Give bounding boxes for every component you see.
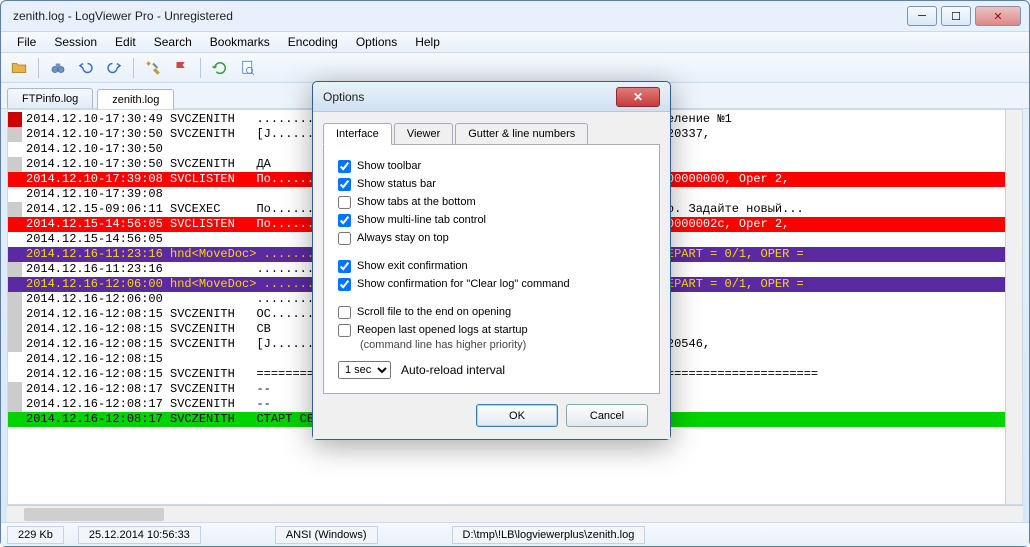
toolbar	[1, 53, 1029, 83]
refresh-icon[interactable]	[208, 56, 232, 80]
dialog-title: Options	[323, 90, 616, 104]
status-encoding: ANSI (Windows)	[275, 526, 378, 544]
check-tabs-bottom[interactable]: Show tabs at the bottom	[338, 193, 645, 211]
menu-bookmarks[interactable]: Bookmarks	[202, 33, 278, 51]
dialog-close-button[interactable]: ✕	[616, 87, 660, 107]
options-dialog: Options ✕ Interface Viewer Gutter & line…	[312, 81, 671, 440]
zoom-page-icon[interactable]	[236, 56, 260, 80]
dialog-panel: Show toolbar Show status bar Show tabs a…	[323, 144, 660, 394]
menu-file[interactable]: File	[9, 33, 44, 51]
check-reopen-last[interactable]: Reopen last opened logs at startup	[338, 321, 645, 339]
status-date: 25.12.2014 10:56:33	[78, 526, 201, 544]
check-exit-confirm[interactable]: Show exit confirmation	[338, 257, 645, 275]
binoculars-icon[interactable]	[46, 56, 70, 80]
check-stay-on-top[interactable]: Always stay on top	[338, 229, 645, 247]
redo-icon[interactable]	[102, 56, 126, 80]
dialog-titlebar[interactable]: Options ✕	[313, 82, 670, 112]
tab-zenith[interactable]: zenith.log	[97, 89, 174, 109]
check-show-toolbar[interactable]: Show toolbar	[338, 157, 645, 175]
dialog-tabs: Interface Viewer Gutter & line numbers	[323, 123, 660, 145]
reload-interval-select[interactable]: 1 sec	[338, 361, 391, 379]
reload-interval-label: Auto-reload interval	[401, 363, 505, 377]
menubar: File Session Edit Search Bookmarks Encod…	[1, 31, 1029, 53]
cancel-button[interactable]: Cancel	[566, 404, 648, 427]
menu-session[interactable]: Session	[46, 33, 105, 51]
dialog-tab-interface[interactable]: Interface	[323, 123, 392, 145]
titlebar: zenith.log - LogViewer Pro - Unregistere…	[1, 1, 1029, 31]
tools-icon[interactable]	[141, 56, 165, 80]
tab-ftpinfo[interactable]: FTPinfo.log	[7, 88, 93, 108]
menu-encoding[interactable]: Encoding	[280, 33, 346, 51]
check-scroll-end[interactable]: Scroll file to the end on opening	[338, 303, 645, 321]
vertical-scrollbar[interactable]	[1005, 110, 1022, 504]
check-show-statusbar[interactable]: Show status bar	[338, 175, 645, 193]
close-button[interactable]: ✕	[975, 6, 1021, 26]
dialog-tab-viewer[interactable]: Viewer	[394, 123, 453, 145]
status-size: 229 Kb	[7, 526, 64, 544]
menu-search[interactable]: Search	[146, 33, 200, 51]
check-multiline-tab[interactable]: Show multi-line tab control	[338, 211, 645, 229]
status-path: D:\tmp\!LB\logviewerplus\zenith.log	[452, 526, 646, 544]
menu-options[interactable]: Options	[348, 33, 405, 51]
check-clear-confirm[interactable]: Show confirmation for "Clear log" comman…	[338, 275, 645, 293]
maximize-button[interactable]: ☐	[941, 6, 971, 26]
window-title: zenith.log - LogViewer Pro - Unregistere…	[9, 9, 907, 23]
minimize-button[interactable]: ─	[907, 6, 937, 26]
undo-icon[interactable]	[74, 56, 98, 80]
menu-edit[interactable]: Edit	[107, 33, 144, 51]
statusbar: 229 Kb 25.12.2014 10:56:33 ANSI (Windows…	[1, 522, 1029, 546]
dialog-tab-gutter[interactable]: Gutter & line numbers	[455, 123, 588, 145]
horizontal-scrollbar[interactable]	[7, 505, 1023, 522]
open-folder-icon[interactable]	[7, 56, 31, 80]
flag-icon[interactable]	[169, 56, 193, 80]
ok-button[interactable]: OK	[476, 404, 558, 427]
reopen-hint: (command line has higher priority)	[360, 339, 645, 351]
menu-help[interactable]: Help	[407, 33, 448, 51]
horizontal-scroll-thumb[interactable]	[24, 508, 164, 521]
main-window: zenith.log - LogViewer Pro - Unregistere…	[0, 0, 1030, 547]
